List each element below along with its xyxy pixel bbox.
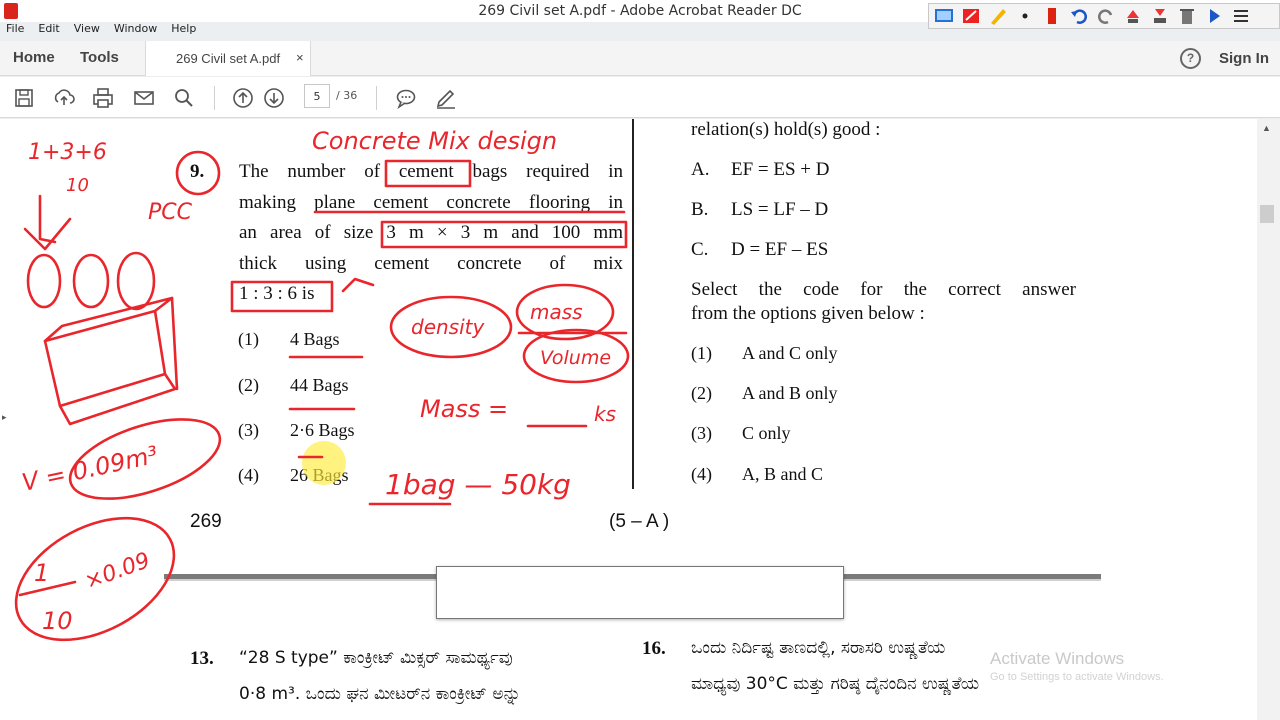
page-number-input[interactable]: [304, 84, 330, 108]
statement-text: LS = LF – D: [731, 199, 829, 220]
question-text-line: an area of size 3 m × 3 m and 100 mm: [239, 222, 623, 243]
option-text: 4 Bags: [290, 329, 340, 349]
document-viewer[interactable]: ▸ 9. The number of cement bags required …: [0, 119, 1280, 720]
next-page-icon[interactable]: [262, 86, 286, 110]
toolbar-separator: [376, 86, 377, 110]
search-icon[interactable]: [172, 86, 196, 110]
option-number: (3): [691, 423, 712, 443]
option-text: 44 Bags: [290, 375, 349, 395]
statement-text: D = EF – ES: [731, 239, 829, 260]
eraser-icon[interactable]: [959, 5, 983, 27]
statement-text: EF = ES + D: [731, 159, 830, 180]
option-text: A and B only: [742, 383, 838, 403]
left-panel-arrow-icon[interactable]: ▸: [2, 412, 7, 423]
redo-icon[interactable]: [1094, 5, 1118, 27]
tab-document[interactable]: 269 Civil set A.pdf ×: [145, 41, 311, 76]
page-footer-number: (5 – A ): [609, 511, 670, 532]
undo-icon[interactable]: [1067, 5, 1091, 27]
menu-bar: File Edit View Window Help: [0, 22, 196, 40]
question-number: 9.: [190, 161, 205, 182]
annotation-toolbar: [928, 3, 1280, 29]
previous-page-icon[interactable]: [231, 86, 255, 110]
comment-icon[interactable]: [394, 86, 418, 110]
page-total: / 36: [336, 89, 358, 102]
option-text: C only: [742, 423, 791, 443]
menu-file[interactable]: File: [6, 22, 24, 40]
toolbar: [0, 77, 1280, 118]
highlighter-icon[interactable]: [986, 5, 1010, 27]
question-text-line: making plane cement concrete flooring in: [239, 191, 623, 213]
screen-icon[interactable]: [932, 5, 956, 27]
question-text-line: ಮಾಧ್ಯವು 30°C ಮತ್ತು ಗರಿಷ್ಠ ದೈನಂದಿನ ಉಷ್ಣತೆ…: [691, 674, 980, 694]
sign-in-link[interactable]: Sign In: [1219, 50, 1269, 67]
column-divider: [632, 119, 634, 489]
help-icon[interactable]: ?: [1180, 48, 1201, 69]
option-number: (4): [691, 464, 712, 484]
play-icon[interactable]: [1202, 5, 1226, 27]
statement-label: C.: [691, 239, 709, 260]
upload-icon[interactable]: [52, 86, 76, 110]
clear-icon[interactable]: [1148, 5, 1172, 27]
menu-view[interactable]: View: [74, 22, 100, 40]
menu-window[interactable]: Window: [114, 22, 157, 40]
viewer-margin-left: [0, 119, 164, 720]
menu-edit[interactable]: Edit: [38, 22, 59, 40]
draw-pen-icon[interactable]: [434, 86, 458, 110]
email-icon[interactable]: [132, 86, 156, 110]
option-text: A, B and C: [742, 464, 823, 484]
right-column-intro: relation(s) hold(s) good :: [691, 119, 881, 140]
statement-label: A.: [691, 159, 710, 180]
activate-windows-hint: Go to Settings to activate Windows.: [990, 671, 1164, 683]
marker-icon[interactable]: [1040, 5, 1064, 27]
option-number: (1): [238, 329, 259, 349]
option-number: (3): [238, 420, 259, 440]
tab-home[interactable]: Home: [13, 49, 55, 66]
scroll-up-icon[interactable]: ▲: [1262, 123, 1271, 133]
option-number: (1): [691, 343, 712, 363]
option-number: (2): [691, 383, 712, 403]
floating-popup-box[interactable]: [436, 566, 844, 619]
question-text-line: ಒಂದು ನಿರ್ದಿಷ್ಟ ತಾಣದಲ್ಲಿ, ಸರಾಸರಿ ಉಷ್ಣತೆಯ: [691, 638, 946, 658]
question-text-line: 1 : 3 : 6 is: [239, 283, 315, 304]
dot-icon[interactable]: [1013, 5, 1037, 27]
instruction-line: from the options given below :: [691, 303, 925, 324]
print-icon[interactable]: [91, 86, 115, 110]
page-footer-code: 269: [190, 511, 222, 532]
option-text: 2·6 Bags: [290, 420, 355, 440]
option-number: (4): [238, 465, 259, 485]
menu-icon[interactable]: [1229, 5, 1253, 27]
question-text-line: 0·8 m³. ಒಂದು ಘನ ಮೀಟರ್‌ನ ಕಾಂಕ್ರೀಟ್ ಅನ್ನು: [239, 684, 521, 704]
close-tab-icon[interactable]: ×: [296, 50, 304, 65]
question-text-line: thick using cement concrete of mix: [239, 252, 623, 274]
activate-windows-watermark: Activate Windows: [990, 649, 1125, 668]
question-number: 13.: [190, 648, 214, 669]
option-number: (2): [238, 375, 259, 395]
option-text: A and C only: [742, 343, 838, 363]
tab-tools[interactable]: Tools: [80, 49, 119, 66]
question-text-line: The number of cement bags required in: [239, 161, 623, 182]
vertical-scrollbar[interactable]: ▲: [1257, 119, 1280, 720]
toolbar-separator: [214, 86, 215, 110]
pdf-page: 9. The number of cement bags required in…: [164, 119, 1101, 720]
viewer-margin-right: [1101, 119, 1257, 720]
tab-bar: Home Tools 269 Civil set A.pdf × ? Sign …: [0, 41, 1280, 76]
statement-label: B.: [691, 199, 709, 220]
trash-icon[interactable]: [1175, 5, 1199, 27]
scrollbar-thumb[interactable]: [1260, 205, 1274, 223]
save-icon[interactable]: [12, 86, 36, 110]
pointer-icon[interactable]: [1121, 5, 1145, 27]
document-tab-label: 269 Civil set A.pdf: [176, 51, 281, 66]
question-number: 16.: [642, 638, 666, 659]
menu-help[interactable]: Help: [171, 22, 196, 40]
cursor-highlight: [302, 441, 346, 485]
question-text-line: “28 S type” ಕಾಂಕ್ರೀಟ್ ಮಿಕ್ಸರ್ ಸಾಮರ್ಥ್ಯವು: [239, 648, 513, 668]
